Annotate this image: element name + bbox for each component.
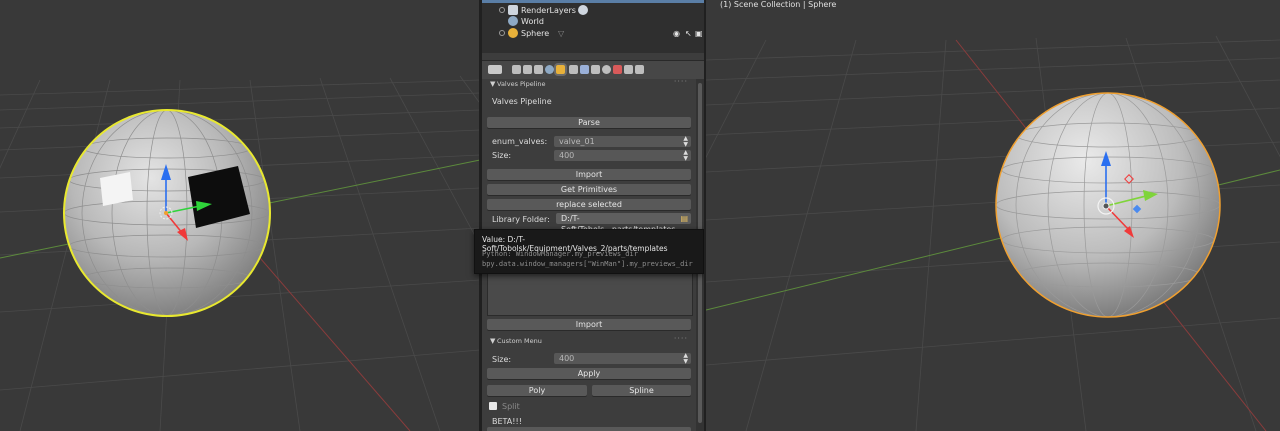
- library-folder-label: Library Folder:: [492, 215, 550, 224]
- spinner-arrows-icon[interactable]: ▲ ▼: [683, 150, 688, 162]
- render-camera-icon[interactable]: ▣: [695, 29, 703, 38]
- custom-size-field[interactable]: 400 ▲ ▼: [554, 353, 691, 364]
- outliner: RenderLayers World Sphere ▽ ◉ ↖ ▣: [482, 0, 704, 53]
- visibility-eye-icon[interactable]: ◉: [673, 29, 680, 38]
- get-primitives-button[interactable]: Get Primitives: [487, 184, 691, 195]
- modifiers-tab-icon[interactable]: [580, 65, 589, 74]
- renderlayers-settings-icon[interactable]: [578, 5, 588, 15]
- custom-menu-panel-header[interactable]: ▼ Custom Menu ····: [482, 334, 696, 346]
- tooltip: Value: D:/T-Soft/Tobolsk/Equipment/Valve…: [474, 229, 704, 274]
- parse-button[interactable]: Parse: [487, 117, 691, 128]
- render-tab-icon[interactable]: [512, 65, 521, 74]
- import-preview-button[interactable]: Import: [487, 319, 691, 330]
- world-icon: [508, 16, 518, 26]
- outliner-item-sphere[interactable]: Sphere ▽ ◉ ↖ ▣: [482, 27, 704, 39]
- scene-collection-label: (1) Scene Collection | Sphere: [720, 0, 837, 9]
- folder-icon[interactable]: ▤: [680, 213, 688, 224]
- collapse-triangle-icon[interactable]: ▼: [490, 80, 495, 88]
- object-tab-icon[interactable]: [556, 65, 565, 74]
- expand-dot-icon[interactable]: [499, 30, 505, 36]
- constraints-tab-icon[interactable]: [569, 65, 578, 74]
- side-panel: RenderLayers World Sphere ▽ ◉ ↖ ▣ ▼ Valv…: [482, 0, 704, 431]
- enum-valves-select[interactable]: valve_01 ▲ ▼: [554, 136, 691, 147]
- outliner-item-label: RenderLayers: [521, 5, 576, 15]
- outliner-item-label: World: [521, 16, 544, 26]
- split-label: Split: [502, 402, 520, 411]
- viewport-left-canvas: [0, 75, 480, 431]
- properties-tab-strip: [482, 60, 704, 80]
- outliner-item-label: Sphere: [521, 28, 550, 38]
- texture-tab-icon[interactable]: [613, 65, 622, 74]
- renderlayers-icon: [508, 5, 518, 15]
- filter-triangle-icon[interactable]: ▽: [558, 29, 564, 38]
- valves-pipeline-panel-header[interactable]: ▼ Valves Pipeline ····: [482, 77, 696, 89]
- spline-button[interactable]: Spline: [592, 385, 691, 396]
- drag-handle-icon[interactable]: ····: [674, 334, 688, 343]
- size-field[interactable]: 400 ▲ ▼: [554, 150, 691, 161]
- viewport-right[interactable]: (1) Scene Collection | Sphere: [706, 0, 1280, 431]
- physics-tab-icon[interactable]: [635, 65, 644, 74]
- select-cursor-icon[interactable]: ↖: [685, 29, 692, 38]
- beta-label: BETA!!!: [492, 417, 522, 426]
- enum-valves-label: enum_valves:: [492, 137, 548, 146]
- layers-tab-icon[interactable]: [523, 65, 532, 74]
- split-checkbox[interactable]: [489, 402, 497, 410]
- panel-header-title: Custom Menu: [497, 337, 542, 345]
- particles-tab-icon[interactable]: [624, 65, 633, 74]
- origin-dot: [1102, 202, 1110, 210]
- object-icon: [508, 28, 518, 38]
- scene-tab-icon[interactable]: [534, 65, 543, 74]
- highlight-face: [100, 172, 133, 206]
- preview-list-box[interactable]: [487, 272, 693, 316]
- expand-dot-icon[interactable]: [499, 7, 505, 13]
- spinner-arrows-icon[interactable]: ▲ ▼: [683, 353, 688, 365]
- editor-type-icon[interactable]: [488, 65, 502, 74]
- drag-handle-icon[interactable]: ····: [674, 77, 688, 86]
- outliner-selected-row[interactable]: [482, 0, 704, 3]
- apply-button[interactable]: Apply: [487, 368, 691, 379]
- enum-valves-value: valve_01: [559, 137, 595, 146]
- import-button[interactable]: Import: [487, 169, 691, 180]
- poly-button[interactable]: Poly: [487, 385, 587, 396]
- tooltip-python-data-path: bpy.data.window_managers["WinMan"].my_pr…: [482, 260, 693, 268]
- viewport-left[interactable]: [0, 0, 480, 431]
- bottom-cut-button[interactable]: [487, 427, 691, 431]
- spinner-arrows-icon[interactable]: ▲ ▼: [683, 136, 688, 148]
- library-folder-field[interactable]: D:/T-Soft/Tobols...parts/templates ▤: [556, 213, 691, 234]
- material-tab-icon[interactable]: [602, 65, 611, 74]
- replace-selected-button[interactable]: replace selected: [487, 199, 691, 210]
- custom-size-value: 400: [559, 354, 575, 363]
- custom-size-label: Size:: [492, 355, 512, 364]
- panel-header-title: Valves Pipeline: [497, 80, 546, 88]
- world-tab-icon[interactable]: [545, 65, 554, 74]
- viewport-right-canvas: [706, 35, 1280, 431]
- collapse-triangle-icon[interactable]: ▼: [490, 337, 495, 345]
- data-tab-icon[interactable]: [591, 65, 600, 74]
- outliner-item-world[interactable]: World: [482, 15, 704, 27]
- size-value: 400: [559, 151, 575, 160]
- size-label: Size:: [492, 151, 512, 160]
- tooltip-python-path: Python: WindowManager.my_previews_dir: [482, 250, 638, 258]
- origin-dot: [164, 211, 168, 215]
- valves-pipeline-title: Valves Pipeline: [492, 97, 552, 106]
